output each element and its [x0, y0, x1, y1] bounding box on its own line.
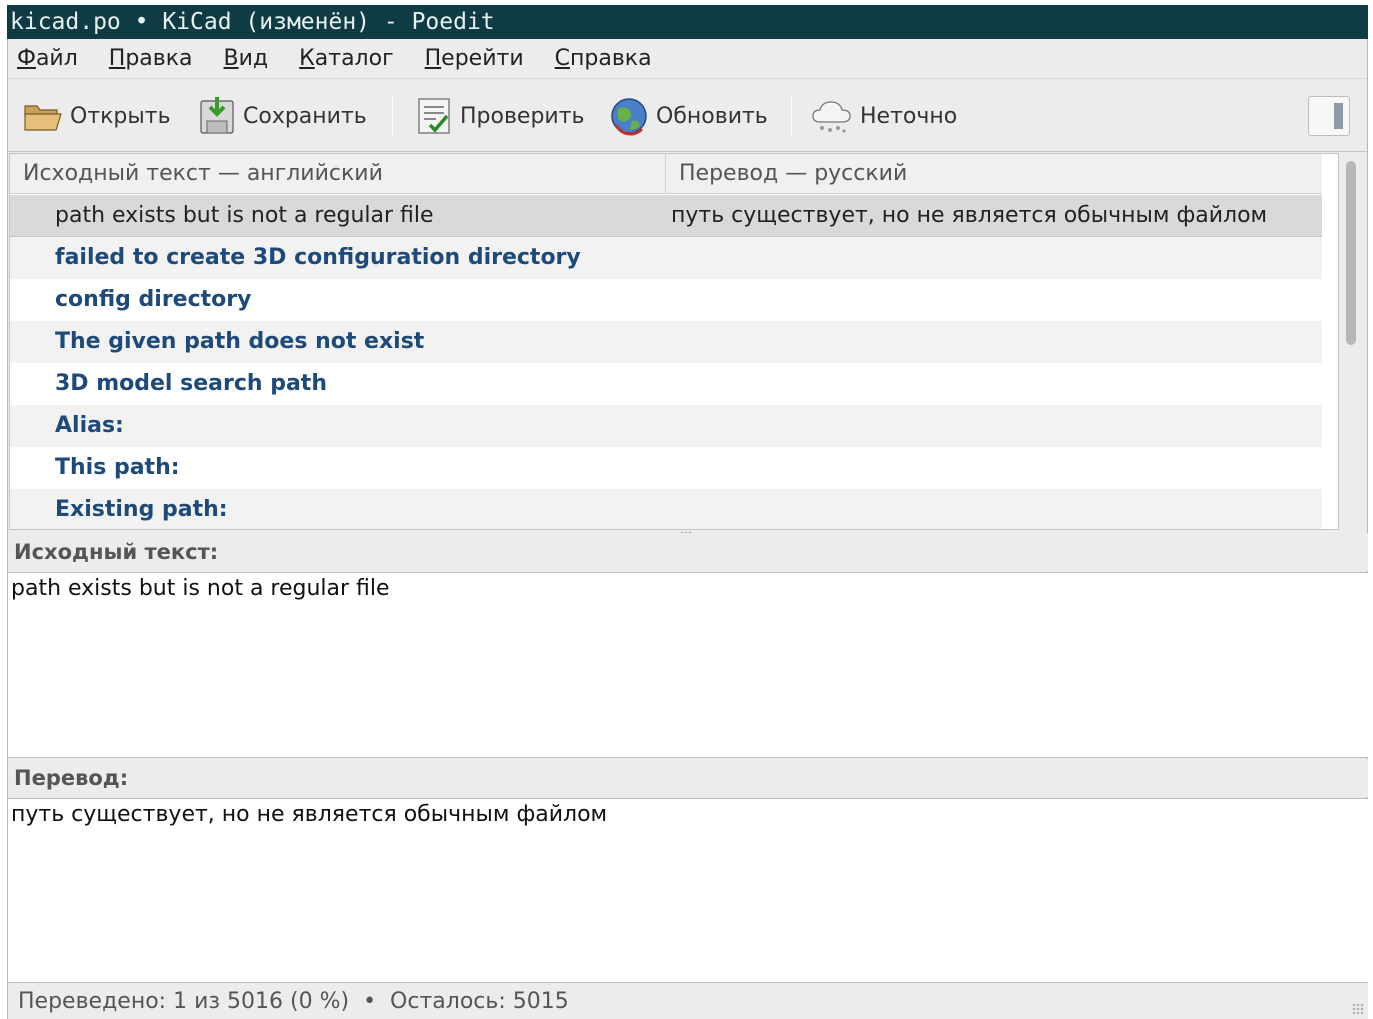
menu-help[interactable]: Справка [555, 46, 652, 71]
status-text: Переведено: 1 из 5016 (0 %) • Осталось: … [18, 989, 569, 1014]
save-button[interactable]: Сохранить [197, 94, 367, 138]
menu-file[interactable]: Файл [17, 46, 78, 71]
row-source-text: This path: [55, 455, 180, 480]
fuzzy-toggle-button[interactable]: Неточно [810, 94, 957, 138]
translation-text-content: путь существует, но не является обычным … [11, 802, 608, 827]
list-scrollbar[interactable] [1340, 153, 1362, 530]
menu-go[interactable]: Перейти [425, 46, 524, 71]
column-header-translation[interactable]: Перевод — русский [666, 154, 1322, 194]
status-bar: Переведено: 1 из 5016 (0 %) • Осталось: … [8, 983, 1368, 1019]
scrollbar-thumb[interactable] [1346, 161, 1356, 345]
folder-open-icon [24, 105, 62, 131]
row-source-text: 3D model search path [55, 371, 327, 396]
open-button[interactable]: Открыть [22, 94, 171, 138]
menu-catalog[interactable]: Каталог [299, 46, 393, 71]
row-source-text: failed to create 3D configuration direct… [55, 245, 581, 270]
validate-checklist-icon [418, 98, 450, 134]
toolbar-separator [392, 94, 393, 138]
translation-editor[interactable]: путь существует, но не является обычным … [8, 798, 1368, 983]
resize-grip-icon[interactable] [1352, 1003, 1364, 1015]
list-row[interactable]: Alias: [10, 405, 1322, 447]
list-row-selected[interactable]: path exists but is not a regular file пу… [10, 195, 1322, 237]
list-row[interactable]: Existing path: [10, 489, 1322, 529]
update-label: Обновить [656, 103, 768, 129]
list-row[interactable]: 3D model search path [10, 363, 1322, 405]
sidebar-toggle-icon [1334, 103, 1343, 129]
row-source-text: config directory [55, 287, 252, 312]
validate-button[interactable]: Проверить [414, 94, 585, 138]
list-row[interactable]: config directory [10, 279, 1322, 321]
source-text-content: path exists but is not a regular file [11, 576, 390, 601]
list-row[interactable]: This path: [10, 447, 1322, 489]
toolbar: Открыть Сохранить Проверить Обновить Нет… [8, 80, 1367, 152]
list-row[interactable]: failed to create 3D configuration direct… [10, 237, 1322, 279]
row-translation-text: путь существует, но не является обычным … [671, 203, 1268, 228]
translation-label: Перевод: [8, 759, 1368, 797]
save-icon [200, 97, 234, 134]
toolbar-separator [791, 94, 792, 138]
menu-bar: Файл Правка Вид Каталог Перейти Справка [8, 39, 1367, 79]
row-source-text: The given path does not exist [55, 329, 425, 354]
source-text-view[interactable]: path exists but is not a regular file [8, 572, 1368, 758]
menu-edit[interactable]: Правка [109, 46, 193, 71]
update-button[interactable]: Обновить [608, 94, 768, 138]
open-label: Открыть [70, 103, 171, 129]
translation-list[interactable]: Исходный текст — английский Перевод — ру… [9, 153, 1339, 530]
validate-label: Проверить [460, 103, 585, 129]
source-text-label: Исходный текст: [8, 533, 1368, 571]
list-header: Исходный текст — английский Перевод — ру… [10, 154, 1322, 194]
menu-view[interactable]: Вид [224, 46, 269, 71]
fuzzy-label: Неточно [860, 103, 958, 129]
window-title-bar: kicad.po • KiCad (изменён) - Poedit [7, 5, 1368, 39]
update-globe-icon [611, 98, 647, 136]
window-title: kicad.po • KiCad (изменён) - Poedit [10, 9, 495, 35]
row-source-text: Alias: [55, 413, 124, 438]
fuzzy-cloud-icon [812, 101, 851, 133]
save-label: Сохранить [243, 103, 367, 129]
row-source-text: Existing path: [55, 497, 228, 522]
list-row[interactable]: The given path does not exist [10, 321, 1322, 363]
column-header-source[interactable]: Исходный текст — английский [10, 154, 666, 194]
row-source-text: path exists but is not a regular file [55, 203, 434, 228]
sidebar-toggle-button[interactable] [1308, 96, 1350, 136]
app-window: Файл Правка Вид Каталог Перейти Справка … [7, 39, 1368, 1019]
